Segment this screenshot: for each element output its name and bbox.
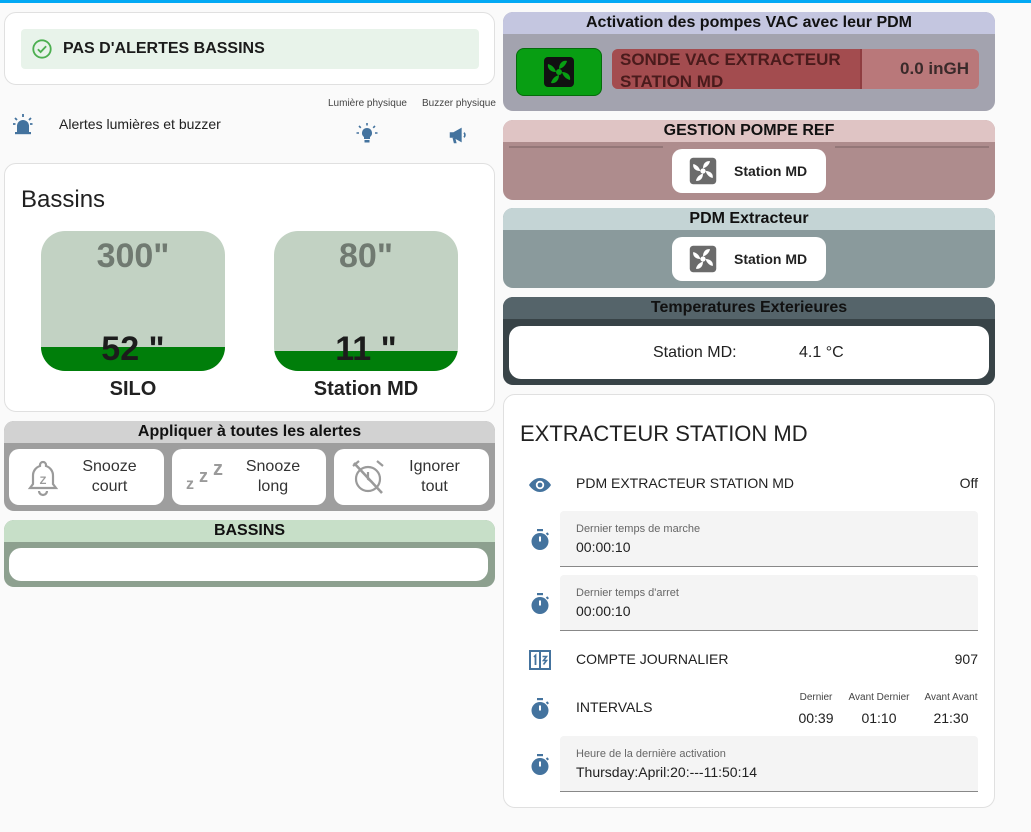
vac-pumps-panel: Activation des pompes VAC avec leur PDM …: [503, 12, 995, 111]
temperature-station-value: 4.1 °C: [799, 344, 844, 361]
pdm-extracteur-title: PDM Extracteur: [503, 208, 995, 230]
interval-before-last-value: 01:10: [861, 710, 897, 726]
bassins-panel: BASSINS: [4, 520, 495, 587]
last-activation-label: Heure de la dernière activation: [576, 748, 726, 760]
pompe-ref-divider-right: [835, 146, 989, 148]
timer-icon: [528, 753, 552, 777]
timer-icon: [528, 697, 552, 721]
interval-before-last-header: Avant Dernier: [848, 692, 910, 703]
snooze-short-line2: court: [91, 478, 128, 495]
megaphone-icon[interactable]: [447, 124, 469, 146]
pdm-extracteur-station-button[interactable]: Station MD: [672, 237, 826, 281]
tank-station-md-name: Station MD: [313, 378, 419, 400]
tank-station-md-level: 11 ": [335, 330, 397, 368]
vac-sensor-name-line2: STATION MD: [620, 72, 724, 89]
light-bulb-icon[interactable]: [355, 122, 379, 146]
svg-text:z: z: [186, 476, 194, 493]
light-physical-header: Lumière physique: [328, 98, 407, 109]
vac-sensor-gauge[interactable]: SONDE VAC EXTRACTEUR STATION MD 0.0 inGH: [612, 49, 979, 89]
svg-text:Z: Z: [40, 475, 47, 487]
timer-icon: [528, 592, 552, 616]
last-stop-field[interactable]: Dernier temps d'arret 00:00:10: [560, 575, 978, 631]
tank-station-md-capacity: 80": [339, 237, 393, 275]
last-activation-value: Thursday:April:20:---11:50:14: [576, 764, 758, 780]
alerts-card: PAS D'ALERTES BASSINS: [4, 12, 495, 85]
last-activation-field[interactable]: Heure de la dernière activation Thursday…: [560, 736, 978, 792]
interval-last-header: Dernier: [799, 692, 833, 703]
intervals-label: INTERVALS: [576, 699, 653, 715]
interval-before-before-header: Avant Avant: [924, 692, 978, 703]
alert-status-text: PAS D'ALERTES BASSINS: [63, 40, 265, 57]
vac-sensor-value: 0.0 inGH: [900, 59, 969, 78]
pompe-ref-title: GESTION POMPE REF: [503, 120, 995, 142]
pompe-ref-station-label: Station MD: [734, 163, 808, 179]
check-circle-icon: [31, 38, 53, 60]
alarm-off-icon: [348, 457, 388, 497]
bell-snooze-icon: Z: [23, 457, 63, 497]
bassins-panel-content: [9, 548, 488, 581]
interval-before-before-value: 21:30: [933, 710, 969, 726]
last-stop-label: Dernier temps d'arret: [576, 587, 679, 599]
pdm-row-label: PDM EXTRACTEUR STATION MD: [576, 475, 795, 491]
sleep-zzz-icon: zzz: [186, 457, 228, 497]
pompe-ref-panel: GESTION POMPE REF Station MD: [503, 120, 995, 200]
svg-text:z: z: [213, 458, 223, 480]
lights-buzzer-label: Alertes lumières et buzzer: [59, 116, 221, 132]
alert-status-banner: PAS D'ALERTES BASSINS: [21, 29, 479, 69]
tank-silo-name: SILO: [109, 378, 157, 400]
alarm-light-icon: [11, 112, 35, 136]
vac-pump-toggle-button[interactable]: [516, 48, 602, 96]
snooze-long-line1: Snooze: [245, 458, 301, 475]
last-stop-value: 00:00:10: [576, 603, 631, 619]
fan-icon: [688, 156, 718, 186]
pompe-ref-station-button[interactable]: Station MD: [672, 149, 826, 193]
vac-pumps-title: Activation des pompes VAC avec leur PDM: [503, 12, 995, 34]
pdm-row-state[interactable]: Off: [960, 475, 978, 491]
temperatures-content: Station MD: 4.1 °C: [509, 326, 989, 379]
last-run-field[interactable]: Dernier temps de marche 00:00:10: [560, 511, 978, 567]
counter-icon: [528, 648, 552, 672]
bassins-title: Bassins: [21, 186, 106, 213]
tank-silo[interactable]: 300" 52 ": [41, 231, 225, 371]
tank-silo-level: 52 ": [101, 330, 165, 368]
ignore-all-button[interactable]: Ignorer tout: [334, 449, 489, 505]
timer-icon: [528, 528, 552, 552]
pompe-ref-divider-left: [509, 146, 663, 148]
daily-count-label: COMPTE JOURNALIER: [576, 651, 729, 667]
snooze-short-line1: Snooze: [82, 458, 137, 475]
bassins-panel-title: BASSINS: [4, 520, 495, 542]
bassins-card: Bassins 300" 52 " SILO 80" 11 " Station …: [4, 163, 495, 412]
tank-station-md[interactable]: 80" 11 ": [274, 231, 458, 371]
temperatures-title: Temperatures Exterieures: [503, 297, 995, 319]
temperatures-panel: Temperatures Exterieures Station MD: 4.1…: [503, 297, 995, 385]
temperature-station-label: Station MD:: [653, 344, 737, 361]
fan-icon: [688, 244, 718, 274]
snooze-long-line2: long: [257, 478, 289, 495]
top-accent-bar: [0, 0, 1031, 3]
snooze-short-button[interactable]: Z Snooze court: [9, 449, 164, 505]
ignore-all-line1: Ignorer: [409, 458, 460, 475]
vac-sensor-name-line1: SONDE VAC EXTRACTEUR: [620, 50, 841, 69]
pdm-extracteur-station-label: Station MD: [734, 251, 808, 267]
eye-icon: [528, 473, 552, 497]
extracteur-title: EXTRACTEUR STATION MD: [520, 421, 808, 446]
last-run-label: Dernier temps de marche: [576, 523, 701, 535]
apply-all-title: Appliquer à toutes les alertes: [4, 421, 495, 443]
extracteur-card: EXTRACTEUR STATION MD PDM EXTRACTEUR STA…: [503, 394, 995, 808]
interval-last-value: 00:39: [798, 710, 834, 726]
buzzer-physical-header: Buzzer physique: [422, 98, 496, 109]
ignore-all-line2: tout: [421, 478, 448, 495]
daily-count-value: 907: [954, 651, 978, 667]
fan-icon: [542, 55, 576, 89]
pdm-extracteur-panel: PDM Extracteur Station MD: [503, 208, 995, 288]
apply-all-panel: Appliquer à toutes les alertes Z Snooze c…: [4, 421, 495, 511]
last-run-value: 00:00:10: [576, 539, 631, 555]
vac-sensor-name: SONDE VAC EXTRACTEUR STATION MD: [620, 49, 841, 89]
tank-silo-capacity: 300": [96, 237, 170, 275]
snooze-long-button[interactable]: zzz Snooze long: [172, 449, 326, 505]
svg-text:z: z: [199, 466, 208, 486]
